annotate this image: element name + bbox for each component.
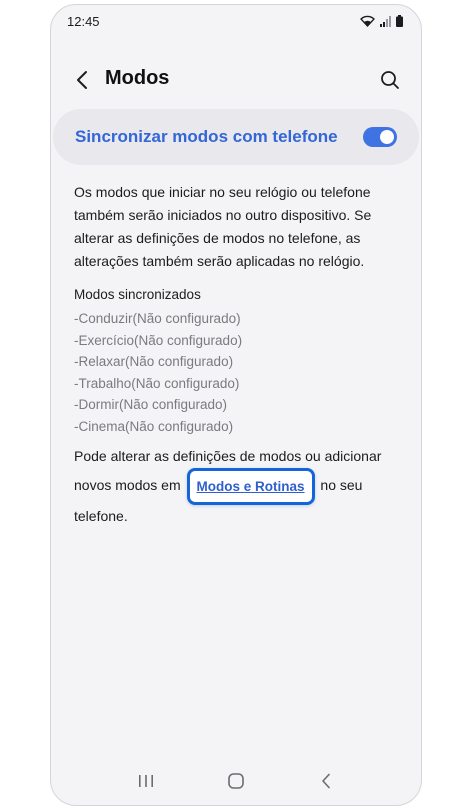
- modes-routines-link[interactable]: Modos e Rotinas: [197, 479, 305, 494]
- app-header: Modos: [51, 61, 421, 101]
- recent-apps-button[interactable]: [131, 766, 161, 796]
- search-button[interactable]: [377, 67, 403, 93]
- sync-description: Os modos que iniciar no seu relógio ou t…: [74, 184, 372, 269]
- battery-icon: [396, 15, 403, 27]
- status-bar: 12:45: [51, 5, 421, 37]
- list-item: -Cinema(Não configurado): [74, 418, 234, 434]
- page-title: Modos: [105, 67, 170, 89]
- status-icons: [360, 15, 403, 27]
- back-button[interactable]: [69, 67, 95, 93]
- search-icon: [381, 71, 399, 89]
- modes-routines-link-highlight: Modos e Rotinas: [186, 468, 315, 505]
- recent-apps-icon: [139, 775, 153, 787]
- list-item: -Dormir(Não configurado): [74, 397, 228, 412]
- synced-modes-title: Modos sincronizados: [74, 287, 201, 302]
- sync-modes-label: Sincronizar modos com telefone: [75, 127, 338, 146]
- list-item: -Conduzir(Não configurado): [74, 311, 241, 326]
- phone-screen: 12:45 Modos Sincronizar modos com telefo…: [50, 4, 422, 806]
- sync-modes-row[interactable]: Sincronizar modos com telefone: [53, 109, 419, 165]
- status-time: 12:45: [67, 13, 100, 29]
- nav-back-button[interactable]: [311, 766, 341, 796]
- signal-icon: [380, 15, 391, 27]
- chevron-left-icon: [77, 71, 87, 89]
- navigation-bar: [51, 757, 421, 805]
- home-icon: [228, 773, 244, 789]
- synced-modes-list: -Conduzir(Não configurado) -Exercício(Nã…: [74, 308, 242, 437]
- list-item: -Relaxar(Não configurado): [74, 354, 234, 369]
- toggle-knob: [380, 130, 394, 144]
- back-icon: [322, 773, 330, 789]
- list-item: -Exercício(Não configurado): [74, 332, 243, 348]
- sync-modes-toggle[interactable]: [363, 127, 397, 147]
- home-button[interactable]: [221, 766, 251, 796]
- list-item: -Trabalho(Não configurado): [74, 375, 240, 391]
- footer-text: Pode alterar as definições de modos ou a…: [74, 445, 403, 528]
- wifi-icon: [360, 15, 375, 27]
